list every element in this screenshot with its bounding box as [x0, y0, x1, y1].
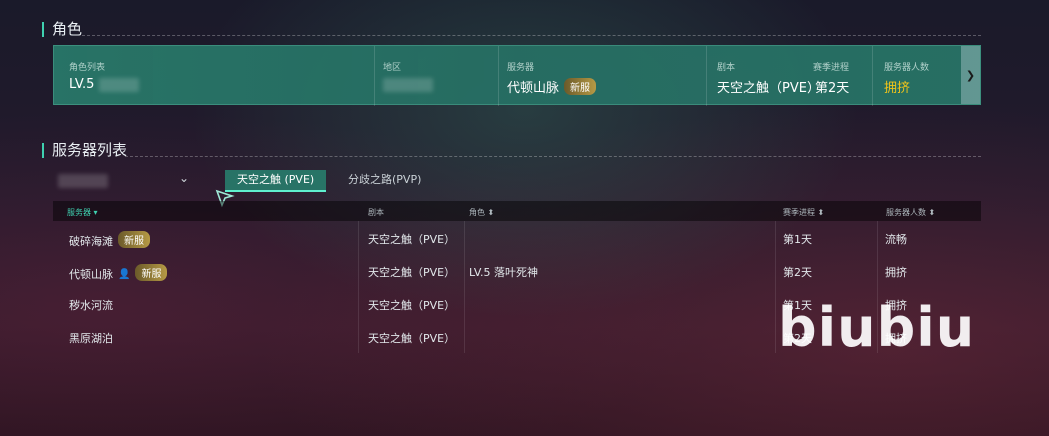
column-divider: [358, 221, 359, 254]
role-list-col: 角色列表 LV.5: [54, 46, 374, 106]
column-divider: [358, 254, 359, 287]
server-name: 代顿山脉: [69, 268, 113, 281]
role-list-label: 角色列表: [69, 63, 106, 73]
column-divider: [877, 221, 878, 254]
th-role[interactable]: 角色 ⬍: [469, 207, 494, 218]
column-divider: [464, 254, 465, 287]
season-label: 赛季进程: [813, 63, 850, 73]
chevron-down-icon: ❯: [965, 68, 976, 82]
cell-server: 秽水河流: [69, 297, 113, 313]
instance-col: 剧本 天空之触（PVE） 赛季进程 第2天: [706, 46, 867, 106]
th-instance: 剧本: [368, 208, 384, 217]
cell-population: 拥挤: [885, 266, 907, 279]
cell-server: 代顿山脉 👤 新服: [69, 264, 168, 282]
cell-season: 第2天: [783, 266, 812, 279]
server-value: 代顿山脉 新服: [507, 77, 597, 96]
tab-pve[interactable]: 天空之触 (PVE): [225, 170, 327, 192]
column-divider: [464, 320, 465, 353]
table-row[interactable]: 破碎海滩 新服 天空之触（PVE） 第1天 流畅: [53, 221, 981, 254]
server-name: 秽水河流: [69, 299, 113, 312]
role-level-text: LV.5: [69, 77, 95, 92]
new-server-badge: 新服: [135, 264, 168, 281]
region-value: [383, 77, 433, 92]
column-divider: [775, 320, 776, 353]
cell-season: 第1天: [783, 233, 812, 246]
instance-value: 天空之触（PVE）: [717, 81, 820, 96]
section-divider: [82, 35, 981, 36]
new-server-badge: 新服: [564, 78, 597, 95]
blurred-region-select: [58, 173, 108, 188]
section-divider: [125, 156, 981, 157]
region-label: 地区: [383, 63, 402, 73]
instance-label: 剧本: [717, 63, 736, 73]
cell-server: 黑原湖泊: [69, 330, 113, 346]
region-select[interactable]: ⌄: [58, 170, 193, 188]
column-divider: [464, 221, 465, 254]
role-level: LV.5: [69, 77, 139, 92]
column-divider: [464, 287, 465, 320]
tab-pvp[interactable]: 分歧之路(PVP): [336, 170, 433, 190]
cell-instance: 天空之触（PVE）: [368, 233, 456, 246]
cell-instance: 天空之触（PVE）: [368, 266, 456, 279]
column-divider: [877, 254, 878, 287]
blurred-role-name: [98, 77, 139, 92]
new-server-badge: 新服: [118, 231, 150, 248]
cell-instance: 天空之触（PVE）: [368, 299, 456, 312]
th-population[interactable]: 服务器人数 ⬍: [886, 207, 935, 218]
server-col: 服务器 代顿山脉 新服: [498, 46, 707, 106]
cell-instance: 天空之触（PVE）: [368, 332, 456, 345]
chevron-down-icon: ⌄: [178, 171, 189, 185]
column-divider: [358, 287, 359, 320]
server-section-title: 服务器列表: [42, 143, 127, 158]
population-col: 服务器人数 拥挤: [872, 46, 961, 106]
population-value: 拥挤: [884, 81, 911, 96]
th-server[interactable]: 服务器 ▾: [67, 207, 98, 218]
server-name: 破碎海滩: [69, 235, 113, 248]
role-card[interactable]: 角色列表 LV.5 地区 服务器 代顿山脉 新服 剧本 天空之触（PVE） 赛季进…: [53, 45, 981, 106]
region-col: 地区: [374, 46, 499, 106]
server-label: 服务器: [507, 63, 535, 73]
column-divider: [358, 320, 359, 353]
th-season[interactable]: 赛季进程 ⬍: [783, 207, 824, 218]
role-section-title: 角色: [42, 22, 82, 37]
cell-population: 流畅: [885, 233, 907, 246]
expand-button[interactable]: ❯: [961, 46, 980, 104]
watermark: biubiu: [778, 296, 976, 359]
table-header: 服务器 ▾ 剧本 角色 ⬍ 赛季进程 ⬍ 服务器人数 ⬍: [53, 201, 981, 221]
server-name: 代顿山脉: [507, 81, 560, 96]
table-row[interactable]: 代顿山脉 👤 新服 天空之触（PVE） LV.5 落叶死神 第2天 拥挤: [53, 254, 981, 287]
cell-role: LV.5 落叶死神: [469, 266, 539, 279]
blurred-region: [383, 77, 433, 92]
user-icon: 👤: [118, 269, 131, 280]
season-value: 第2天: [815, 81, 850, 96]
server-name: 黑原湖泊: [69, 332, 113, 345]
column-divider: [775, 287, 776, 320]
population-label: 服务器人数: [884, 63, 930, 73]
column-divider: [775, 254, 776, 287]
column-divider: [775, 221, 776, 254]
cell-server: 破碎海滩 新服: [69, 231, 150, 249]
